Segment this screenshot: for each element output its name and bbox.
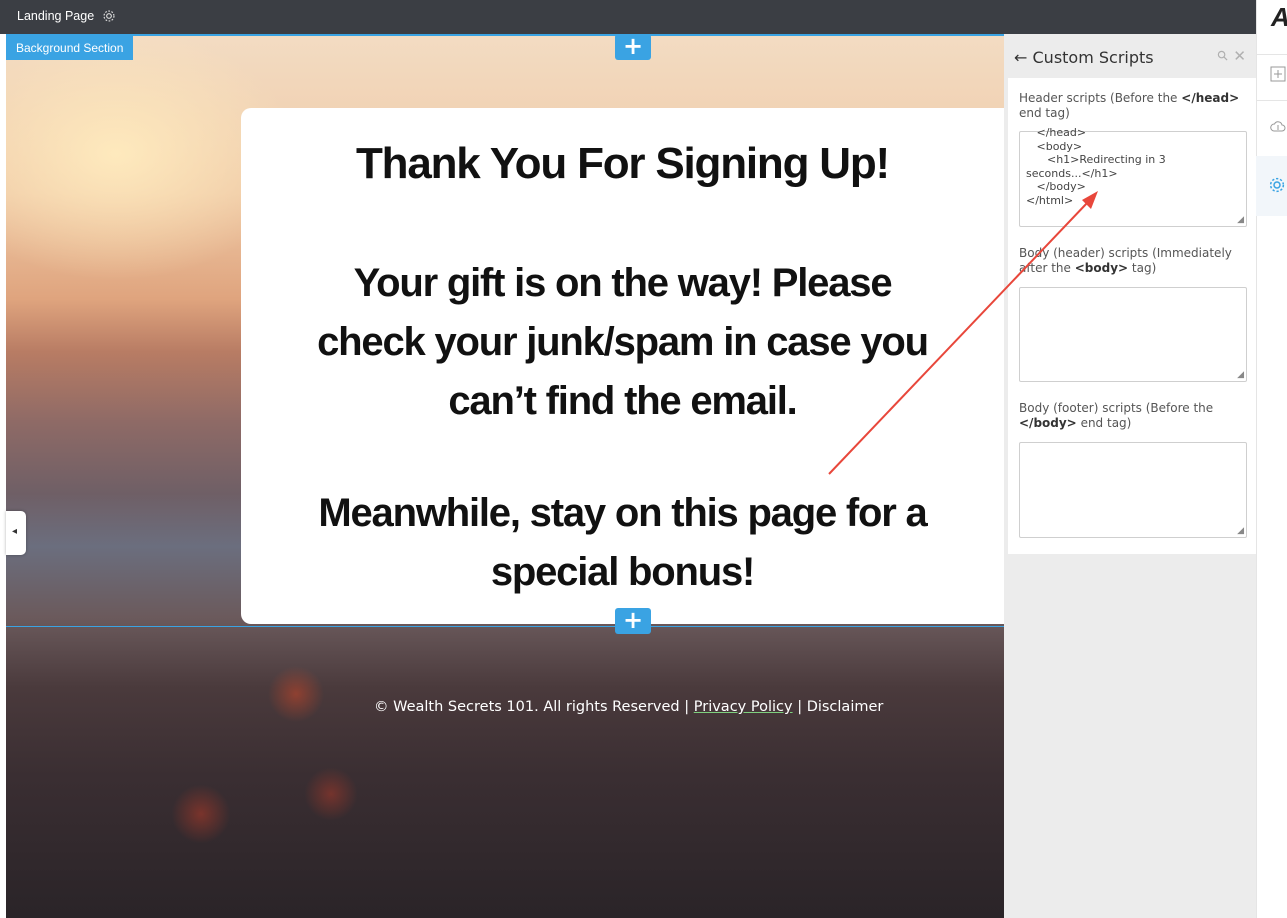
section-tag[interactable]: Background Section — [6, 36, 134, 60]
gift-message: Your gift is on the way! Please check yo… — [241, 254, 1004, 431]
header-scripts-textarea[interactable]: </head> <body> <h1>Redirecting in 3 seco… — [1019, 126, 1247, 227]
chevron-left-icon: ◂ — [12, 526, 18, 537]
rail-divider — [1256, 100, 1287, 101]
add-element-icon[interactable] — [1270, 66, 1287, 86]
panel-title[interactable]: ← Custom Scripts — [1014, 48, 1154, 67]
disclaimer-link[interactable]: Disclaimer — [807, 699, 884, 715]
topbar: Landing Page — [0, 0, 1256, 34]
add-section-button-bottom[interactable]: + — [615, 608, 651, 634]
rail-divider — [1256, 54, 1287, 55]
copyright-text: © Wealth Secrets 101. All rights Reserve… — [374, 699, 680, 715]
resize-handle-icon[interactable]: ◢ — [1237, 214, 1244, 225]
page-title[interactable]: Landing Page — [17, 9, 116, 23]
bonus-message: Meanwhile, stay on this page for a speci… — [241, 484, 1004, 602]
resize-handle-icon[interactable]: ◢ — [1237, 525, 1244, 536]
body-header-scripts-textarea[interactable]: ◢ — [1019, 287, 1247, 382]
app-logo: A — [1271, 2, 1287, 33]
header-scripts-code: </head> <body> <h1>Redirecting in 3 seco… — [1026, 126, 1166, 207]
privacy-policy-link[interactable]: Privacy Policy — [694, 699, 793, 715]
panel-title-label: Custom Scripts — [1032, 48, 1154, 67]
bonus-line: Meanwhile, stay on this page for a — [318, 491, 927, 535]
back-arrow-icon[interactable]: ← — [1014, 48, 1027, 67]
gift-line: Your gift is on the way! Please — [353, 261, 893, 305]
section-outline-bottom — [6, 626, 1004, 627]
close-icon[interactable]: ✕ — [1233, 47, 1246, 65]
body-header-scripts-label: Body (header) scripts (Immediately after… — [1019, 246, 1232, 275]
gift-line: check your junk/spam in case you — [317, 320, 929, 364]
settings-gear-icon[interactable] — [1268, 176, 1287, 196]
body-footer-scripts-label: Body (footer) scripts (Before the </body… — [1019, 401, 1214, 430]
gear-icon[interactable] — [102, 9, 116, 23]
header-scripts-label: Header scripts (Before the </head> end t… — [1019, 91, 1240, 120]
panel-header: ← Custom Scripts ✕ — [1004, 34, 1256, 78]
thank-you-card[interactable]: Thank You For Signing Up! Your gift is o… — [241, 108, 1004, 624]
bonus-line: special bonus! — [490, 550, 755, 594]
search-icon[interactable] — [1217, 50, 1228, 61]
cloud-download-icon[interactable] — [1270, 120, 1287, 140]
resize-handle-icon[interactable]: ◢ — [1237, 369, 1244, 380]
add-section-button-top[interactable]: + — [615, 34, 651, 60]
footer-separator: | — [797, 699, 803, 715]
footer-separator: | — [684, 699, 690, 715]
scripts-form: Header scripts (Before the </head> end t… — [1008, 78, 1256, 554]
gift-line: can’t find the email. — [448, 379, 797, 423]
left-panel-toggle[interactable]: ◂ — [6, 511, 26, 555]
section-outline-top — [6, 34, 1004, 36]
thank-you-heading: Thank You For Signing Up! — [356, 139, 890, 188]
footer-text: © Wealth Secrets 101. All rights Reserve… — [374, 699, 883, 715]
page-title-label: Landing Page — [17, 9, 95, 23]
body-footer-scripts-textarea[interactable]: ◢ — [1019, 442, 1247, 538]
